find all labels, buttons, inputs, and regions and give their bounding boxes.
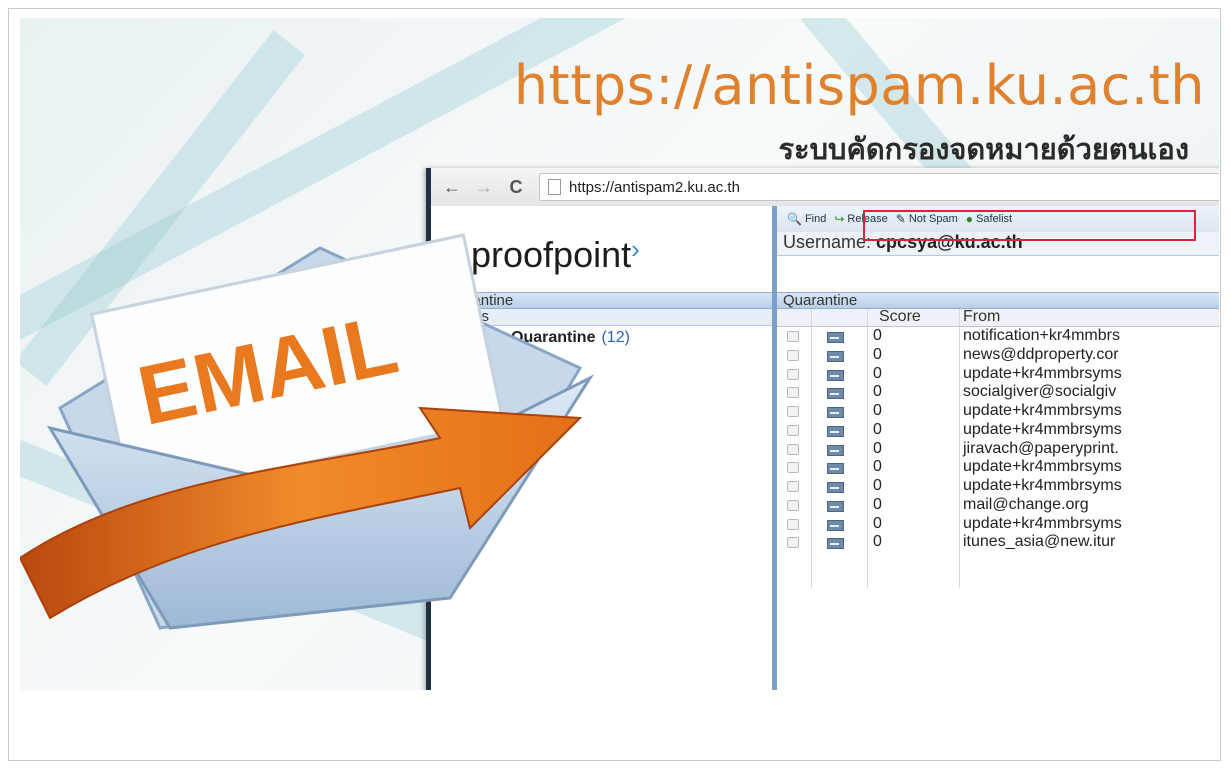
row-score: 0 bbox=[873, 458, 882, 476]
back-arrow-icon[interactable]: ← bbox=[441, 177, 463, 198]
envelope-icon bbox=[827, 482, 844, 493]
row-score: 0 bbox=[873, 514, 882, 532]
row-from: update+kr4mmbrsyms bbox=[963, 364, 1122, 382]
table-row[interactable]: 0 mail@change.org bbox=[777, 496, 1219, 515]
envelope-icon bbox=[827, 425, 844, 437]
row-from: update+kr4mmbrsyms bbox=[963, 514, 1122, 532]
url-field[interactable]: https://antispam2.ku.ac.th bbox=[539, 173, 1219, 201]
row-from: news@ddproperty.cor bbox=[963, 345, 1119, 363]
table-row[interactable]: 0 update+kr4mmbrsyms bbox=[777, 458, 1219, 477]
message-list: 0 notification+kr4mmbrs 0 news@ddproperty.c… bbox=[777, 327, 1219, 552]
envelope-icon bbox=[827, 388, 844, 400]
find-button[interactable]: 🔍 Find bbox=[787, 212, 826, 226]
envelope-icon bbox=[827, 519, 844, 531]
row-from: update+kr4mmbrsyms bbox=[963, 402, 1122, 419]
row-from: jiravach@paperyprint. bbox=[963, 439, 1119, 457]
find-label: Find bbox=[804, 213, 827, 225]
row-checkbox[interactable] bbox=[787, 406, 799, 417]
row-from: update+kr4mmbrsyms bbox=[963, 458, 1122, 476]
envelope-icon bbox=[827, 407, 844, 418]
quarantine-header: Quarantine bbox=[777, 292, 1219, 309]
table-row[interactable]: 0 update+kr4mmbrsyms bbox=[777, 421, 1219, 440]
row-checkbox[interactable] bbox=[787, 331, 799, 342]
row-checkbox[interactable] bbox=[787, 424, 799, 436]
row-checkbox[interactable] bbox=[787, 349, 799, 361]
table-row[interactable]: 0 update+kr4mmbrsyms bbox=[777, 515, 1219, 534]
thai-subtitle: ระบบคัดกรองจดหมายด้วยตนเอง bbox=[778, 132, 1189, 166]
row-score: 0 bbox=[873, 439, 882, 457]
highlight-box bbox=[863, 210, 1196, 241]
row-score: 0 bbox=[873, 495, 882, 513]
envelope-icon bbox=[827, 332, 844, 343]
right-pane: 🔍 Find ↪ Release ✎ Not Spam ● Safelist U… bbox=[777, 206, 1219, 690]
table-row[interactable]: 0 notification+kr4mmbrs bbox=[777, 327, 1219, 346]
release-icon: ↪ bbox=[834, 212, 845, 226]
score-column-header[interactable]: Score bbox=[879, 309, 921, 325]
username-label: Username: bbox=[783, 232, 872, 252]
page-icon bbox=[548, 179, 561, 195]
table-row[interactable]: 0 jiravach@paperyprint. bbox=[777, 440, 1219, 459]
row-checkbox[interactable] bbox=[787, 368, 799, 380]
envelope-icon bbox=[827, 350, 844, 362]
row-checkbox[interactable] bbox=[787, 462, 799, 474]
logo-chevron-icon: › bbox=[631, 234, 640, 264]
magnifier-icon: 🔍 bbox=[787, 212, 802, 226]
column-header-row: Score From bbox=[777, 309, 1219, 327]
row-from: itunes_asia@new.itur bbox=[963, 533, 1116, 551]
envelope-icon bbox=[827, 444, 844, 456]
row-score: 0 bbox=[873, 383, 882, 401]
row-score: 0 bbox=[873, 364, 882, 382]
row-from: update+kr4mmbrsyms bbox=[963, 420, 1122, 438]
row-checkbox[interactable] bbox=[787, 518, 799, 530]
url-title: https://antispam.ku.ac.th bbox=[513, 54, 1205, 117]
row-score: 0 bbox=[873, 420, 882, 438]
table-row[interactable]: 0 update+kr4mmbrsyms bbox=[777, 365, 1219, 384]
forward-arrow-icon[interactable]: → bbox=[473, 177, 495, 198]
address-bar: ← → C https://antispam2.ku.ac.th bbox=[431, 168, 1219, 207]
row-score: 0 bbox=[873, 402, 882, 419]
envelope-icon bbox=[827, 500, 844, 512]
table-row[interactable]: 0 update+kr4mmbrsyms bbox=[777, 402, 1219, 421]
envelope-icon bbox=[827, 463, 844, 475]
row-from: update+kr4mmbrsyms bbox=[963, 477, 1122, 494]
envelope-icon bbox=[827, 369, 844, 381]
table-row[interactable]: 0 socialgiver@socialgiv bbox=[777, 383, 1219, 402]
table-row[interactable]: 0 news@ddproperty.cor bbox=[777, 346, 1219, 365]
envelope-icon bbox=[827, 538, 844, 550]
table-row[interactable]: 0 update+kr4mmbrsyms bbox=[777, 477, 1219, 496]
url-text: https://antispam2.ku.ac.th bbox=[569, 178, 740, 196]
row-from: socialgiver@socialgiv bbox=[963, 383, 1117, 401]
reload-icon[interactable]: C bbox=[505, 177, 527, 198]
row-checkbox[interactable] bbox=[787, 387, 799, 399]
row-checkbox[interactable] bbox=[787, 499, 799, 511]
row-score: 0 bbox=[873, 533, 882, 551]
table-row[interactable]: 0 itunes_asia@new.itur bbox=[777, 533, 1219, 552]
row-checkbox[interactable] bbox=[787, 443, 799, 455]
row-score: 0 bbox=[873, 477, 882, 494]
row-score: 0 bbox=[873, 327, 882, 344]
row-from: notification+kr4mmbrs bbox=[963, 327, 1120, 344]
email-envelope-illustration: EMAIL bbox=[20, 233, 595, 630]
row-from: mail@change.org bbox=[963, 495, 1089, 513]
slide: https://antispam.ku.ac.th ระบบคัดกรองจดห… bbox=[20, 18, 1219, 690]
row-score: 0 bbox=[873, 345, 882, 363]
from-column-header[interactable]: From bbox=[959, 309, 1000, 325]
row-checkbox[interactable] bbox=[787, 537, 799, 549]
row-checkbox[interactable] bbox=[787, 481, 799, 492]
